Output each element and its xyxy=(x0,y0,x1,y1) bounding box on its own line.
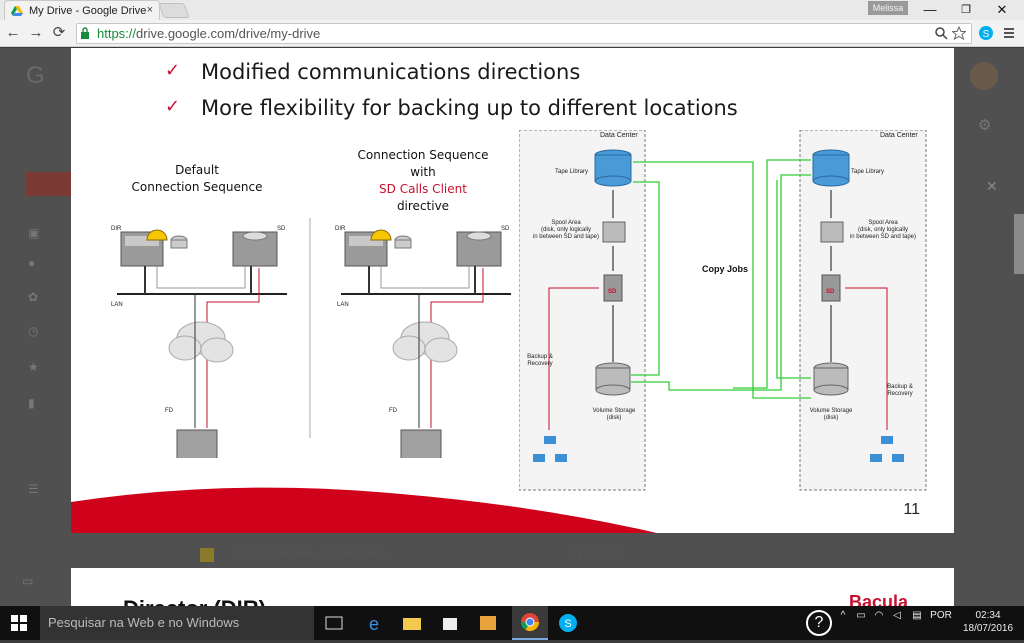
clock-time: 02:34 xyxy=(975,610,1001,621)
restore-button[interactable]: ❐ xyxy=(948,0,984,20)
settings-gear-icon[interactable]: ⚙ xyxy=(978,116,996,134)
reload-button[interactable]: ⟳ xyxy=(50,24,68,42)
label-lan-left: LAN xyxy=(111,302,123,308)
sd-calls-diagram-title: Connection Sequence with SD Calls Client… xyxy=(357,148,489,213)
chrome-icon xyxy=(521,613,539,632)
bullet-2: ✓ More flexibility for backing up to dif… xyxy=(165,96,738,120)
file-explorer-icon[interactable] xyxy=(400,612,424,634)
svg-text:e: e xyxy=(369,614,379,634)
taskbar-clock[interactable]: 02:34 18/07/2016 xyxy=(962,609,1014,635)
copy-jobs-label: Copy Jobs xyxy=(702,264,749,274)
tray-chevron-icon[interactable]: ^ xyxy=(838,609,848,622)
label-fd-mid: FD xyxy=(389,408,397,414)
bullet-1-text: Modified communications directions xyxy=(201,60,581,84)
battery-icon[interactable]: ▭ xyxy=(854,609,868,622)
forward-button[interactable]: → xyxy=(27,24,45,42)
close-preview-icon[interactable]: ✕ xyxy=(986,178,1002,194)
slides-file-icon xyxy=(200,548,214,562)
sd-label-right: SD xyxy=(826,289,835,295)
label-lan-mid: LAN xyxy=(337,302,349,308)
svg-text:S: S xyxy=(564,618,571,630)
zoom-icon[interactable] xyxy=(934,26,948,40)
notification-icon[interactable]: ▤ xyxy=(910,609,924,622)
address-bar[interactable]: https://drive.google.com/drive/my-drive xyxy=(76,23,972,44)
label-dir-left: DIR xyxy=(111,226,122,232)
trash-icon-ghost: ▮ xyxy=(28,396,35,410)
tape-library-label-left: Tape Library xyxy=(555,169,589,175)
tape-library-label-right: Tape Library xyxy=(851,169,885,175)
starred-icon-ghost: ★ xyxy=(28,360,39,374)
slide-page-number: 11 xyxy=(903,501,920,518)
backup-recovery-label-left: Backup & Recovery xyxy=(527,354,553,367)
close-window-button[interactable]: ✕ xyxy=(984,0,1020,20)
shared-icon-ghost: ● xyxy=(28,256,36,270)
next-slide-preview: Director (DIR) Bacula xyxy=(71,568,954,608)
recent-icon-ghost: ◷ xyxy=(28,324,39,338)
wifi-icon[interactable]: ◠ xyxy=(872,609,886,622)
edge-browser-icon[interactable]: e xyxy=(362,612,386,634)
minimize-button[interactable]: — xyxy=(912,0,948,20)
new-tab-button[interactable] xyxy=(158,3,190,18)
skype-taskbar-icon[interactable]: S xyxy=(556,612,580,634)
help-icon[interactable]: ? xyxy=(806,610,832,636)
clock-date: 18/07/2016 xyxy=(962,623,1014,634)
sd-calls-client-diagram xyxy=(341,229,511,458)
network-diagrams xyxy=(117,218,511,458)
spool-area-label-left: Spool Area (disk, only logically in betwee… xyxy=(532,220,600,240)
folder-icon-ghost: ▣ xyxy=(28,226,40,240)
spool-area-label-right: Spool Area (disk, only logically in betwee… xyxy=(849,220,917,240)
google-drive-icon xyxy=(11,5,23,17)
check-icon: ✓ xyxy=(165,96,181,117)
label-sd-left: SD xyxy=(277,226,286,232)
google-logo-ghost: G xyxy=(26,62,45,89)
datacenter-title-left: Data Center xyxy=(600,132,638,139)
volume-storage-label-right: Volume Storage (disk) xyxy=(809,408,853,421)
volume-icon[interactable]: ◁ xyxy=(890,609,904,622)
windows-start-icon[interactable] xyxy=(11,615,27,631)
menu-icon[interactable] xyxy=(1002,26,1016,40)
store-icon[interactable] xyxy=(438,612,462,634)
slide-preview: ✓ Modified communications directions ✓ M… xyxy=(71,48,954,533)
browser-tab[interactable]: My Drive - Google Drive × xyxy=(4,0,160,20)
back-button[interactable]: ← xyxy=(4,24,22,42)
tab-title: My Drive - Google Drive xyxy=(29,4,147,17)
label-fd-left: FD xyxy=(165,408,173,414)
new-button-ghost xyxy=(26,172,71,196)
task-view-icon[interactable] xyxy=(322,612,346,634)
sd-label-left: SD xyxy=(608,289,617,295)
skype-extension-icon[interactable]: S xyxy=(978,25,994,41)
bullet-1: ✓ Modified communications directions xyxy=(165,60,581,84)
file-date: Jul 7, 2016 xyxy=(568,548,622,560)
profile-badge[interactable]: Melissa xyxy=(868,1,908,15)
default-diagram-title: Default Connection Sequence xyxy=(131,163,263,194)
url-scheme: https:// xyxy=(97,26,137,41)
scrollbar-thumb[interactable] xyxy=(1014,214,1024,274)
bookmark-star-icon[interactable] xyxy=(952,26,966,40)
datacenter-diagram xyxy=(519,130,927,491)
url-text: drive.google.com/drive/my-drive xyxy=(136,26,321,41)
check-icon: ✓ xyxy=(165,60,181,81)
photos-icon-ghost: ✿ xyxy=(28,290,39,304)
language-indicator[interactable]: POR xyxy=(930,609,952,622)
volume-storage-label-left: Volume Storage (disk) xyxy=(592,408,636,421)
label-dir-mid: DIR xyxy=(335,226,346,232)
file-name[interactable]: copy_of_Modelo_apresentado1 xyxy=(232,548,386,560)
svg-text:S: S xyxy=(983,29,990,40)
chrome-taskbar-button[interactable] xyxy=(512,606,548,640)
taskbar-search-box[interactable]: Pesquisar na Web e no Windows xyxy=(40,606,314,640)
bullet-2-text: More flexibility for backing up to diffe… xyxy=(201,96,738,120)
computer-icon-ghost: ▭ xyxy=(22,574,34,588)
backup-recovery-label-right: Backup & Recovery xyxy=(887,384,913,397)
default-sequence-diagram xyxy=(117,229,287,458)
red-swoosh-decoration xyxy=(71,487,657,533)
label-sd-mid: SD xyxy=(501,226,510,232)
media-player-icon[interactable] xyxy=(476,612,500,634)
account-avatar[interactable] xyxy=(970,62,998,90)
tab-close-icon[interactable]: × xyxy=(147,4,153,16)
datacenter-title-right: Data Center xyxy=(880,132,918,139)
lock-icon xyxy=(81,27,89,39)
list-icon-ghost: ☰ xyxy=(28,482,39,496)
